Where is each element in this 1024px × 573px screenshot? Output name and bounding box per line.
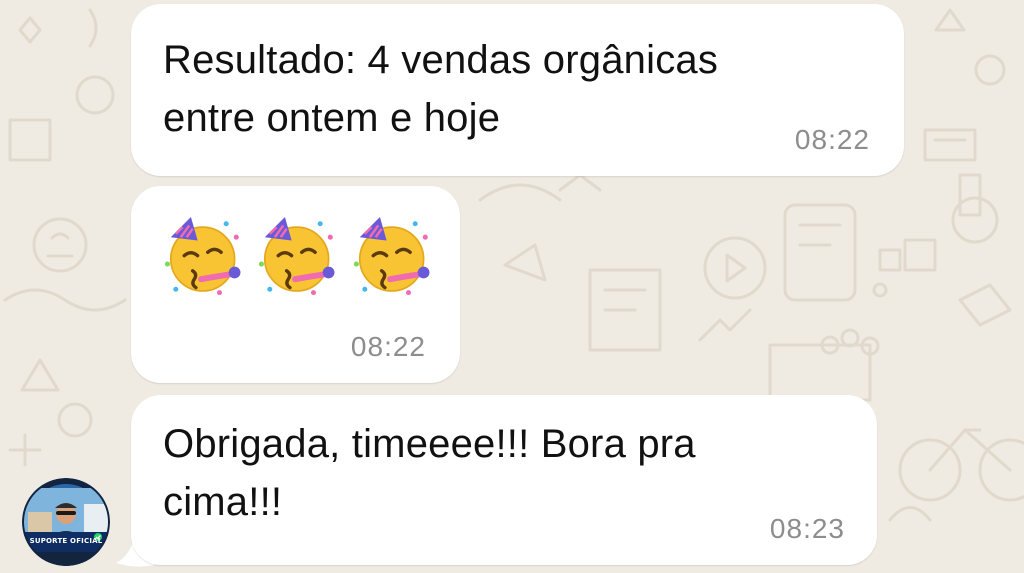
avatar-photo (22, 478, 110, 566)
message-timestamp: 08:22 (794, 124, 870, 155)
avatar-label: SUPORTE OFICIAL (29, 537, 103, 545)
message-bubble[interactable]: 08:22 (131, 186, 460, 383)
message-line: cima!!! (163, 480, 283, 524)
message-text: Resultado: 4 vendas orgânicas entre onte… (163, 31, 718, 147)
message-timestamp: 08:22 (350, 331, 426, 362)
partying-face-emoji-icon (353, 217, 430, 296)
message-timestamp: 08:23 (769, 513, 845, 544)
message-bubble[interactable]: Obrigada, timeeee!!! Bora pra cima!!! 08… (131, 395, 877, 565)
message-text: Obrigada, timeeee!!! Bora pra cima!!! (163, 415, 696, 531)
partying-face-emoji-icon (259, 217, 335, 296)
sender-avatar[interactable]: SUPORTE OFICIAL (22, 478, 110, 566)
message-line: Obrigada, timeeee!!! Bora pra (163, 422, 696, 466)
emoji-row (159, 212, 438, 301)
partying-face-emoji-icon (164, 217, 241, 296)
message-line: Resultado: 4 vendas orgânicas (163, 38, 719, 82)
message-bubble[interactable]: Resultado: 4 vendas orgânicas entre onte… (131, 4, 904, 176)
message-line: entre ontem e hoje (163, 96, 501, 140)
